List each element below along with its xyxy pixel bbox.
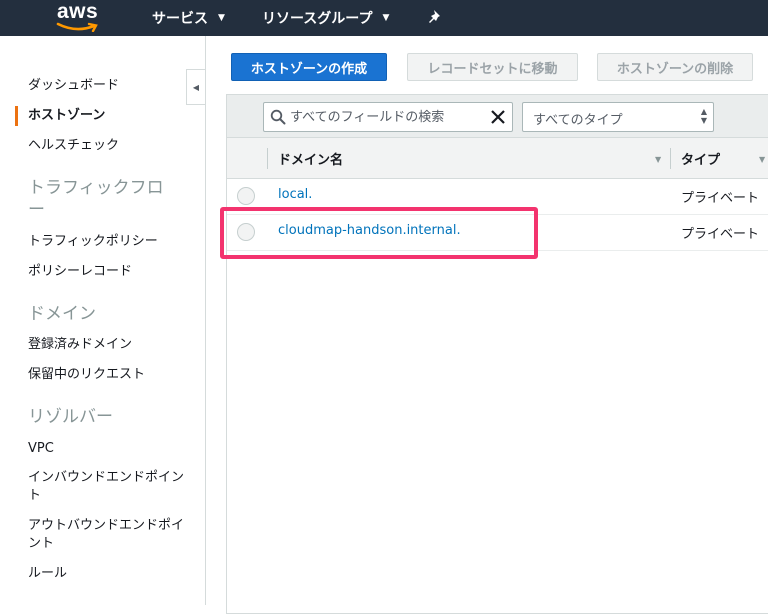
section-heading-resolver: リゾルバー	[28, 407, 113, 427]
domain-link[interactable]: local.	[278, 187, 312, 202]
sidebar-item-vpc[interactable]: VPC	[28, 440, 54, 458]
hosted-zones-table: すべてのタイプ ▲▼ ドメイン名 ▼ タイプ ▼ local. プライベート c…	[226, 94, 768, 614]
chevron-down-icon: ▼	[218, 13, 225, 23]
aws-logo-text: aws	[57, 0, 99, 23]
search-input[interactable]	[290, 106, 486, 128]
chevron-left-icon: ◀	[192, 82, 200, 92]
sidebar-item-outbound-endpoints[interactable]: アウトバウンドエンドポイント	[28, 517, 188, 553]
chevron-down-icon: ▼	[382, 13, 390, 23]
search-box	[263, 102, 513, 132]
select-arrows-icon: ▲ ▼	[700, 107, 707, 125]
go-to-record-sets-button[interactable]: レコードセットに移動	[407, 53, 578, 81]
sidebar-item-registered-domains[interactable]: 登録済みドメイン	[28, 336, 132, 354]
type-filter-select[interactable]: すべてのタイプ ▲ ▼	[522, 102, 714, 132]
active-indicator	[15, 106, 18, 126]
top-navigation-bar: aws サービス ▼ リソースグループ ▼	[0, 0, 768, 36]
column-header-domain[interactable]: ドメイン名	[278, 149, 343, 168]
sidebar: ダッシュボード ホストゾーン ヘルスチェック トラフィックフロー トラフィックポ…	[0, 36, 206, 605]
column-divider	[670, 148, 671, 169]
sort-icon[interactable]: ▼	[759, 155, 765, 164]
sidebar-item-dashboard[interactable]: ダッシュボード	[28, 77, 119, 95]
collapse-sidebar-button[interactable]: ◀	[186, 69, 205, 105]
delete-hosted-zone-button[interactable]: ホストゾーンの削除	[597, 53, 753, 81]
sidebar-item-hosted-zones[interactable]: ホストゾーン	[28, 107, 105, 125]
create-hosted-zone-button[interactable]: ホストゾーンの作成	[231, 53, 387, 81]
services-menu[interactable]: サービス ▼	[152, 0, 225, 36]
sidebar-item-inbound-endpoints[interactable]: インバウンドエンドポイント	[28, 469, 188, 505]
resource-groups-menu[interactable]: リソースグループ ▼	[262, 0, 389, 36]
services-label: サービス	[152, 11, 208, 27]
table-filter-bar: すべてのタイプ ▲▼	[227, 95, 768, 138]
highlight-box	[220, 207, 538, 259]
column-header-type[interactable]: タイプ	[681, 149, 720, 168]
sidebar-item-policy-records[interactable]: ポリシーレコード	[28, 263, 132, 281]
zone-type: プライベート	[681, 191, 760, 206]
close-icon[interactable]	[490, 109, 506, 125]
sort-icon[interactable]: ▼	[655, 155, 661, 164]
row-select-radio[interactable]	[237, 187, 255, 205]
search-icon	[270, 109, 286, 125]
resource-groups-label: リソースグループ	[262, 11, 373, 27]
section-heading-traffic-flow: トラフィックフロー	[28, 178, 164, 220]
section-heading-domains: ドメイン	[28, 304, 96, 324]
aws-logo[interactable]: aws	[56, 0, 102, 36]
aws-smile-icon	[56, 22, 98, 32]
table-header: ドメイン名 ▼ タイプ ▼	[227, 138, 768, 179]
sidebar-item-rules[interactable]: ルール	[28, 565, 67, 583]
pin-icon[interactable]	[427, 8, 445, 26]
sidebar-item-pending-requests[interactable]: 保留中のリクエスト	[28, 366, 145, 384]
type-filter-value: すべてのタイプ	[533, 113, 623, 128]
sidebar-item-health-checks[interactable]: ヘルスチェック	[28, 137, 119, 155]
column-divider	[267, 148, 268, 169]
sidebar-item-traffic-policies[interactable]: トラフィックポリシー	[28, 233, 158, 251]
zone-type: プライベート	[681, 227, 760, 242]
